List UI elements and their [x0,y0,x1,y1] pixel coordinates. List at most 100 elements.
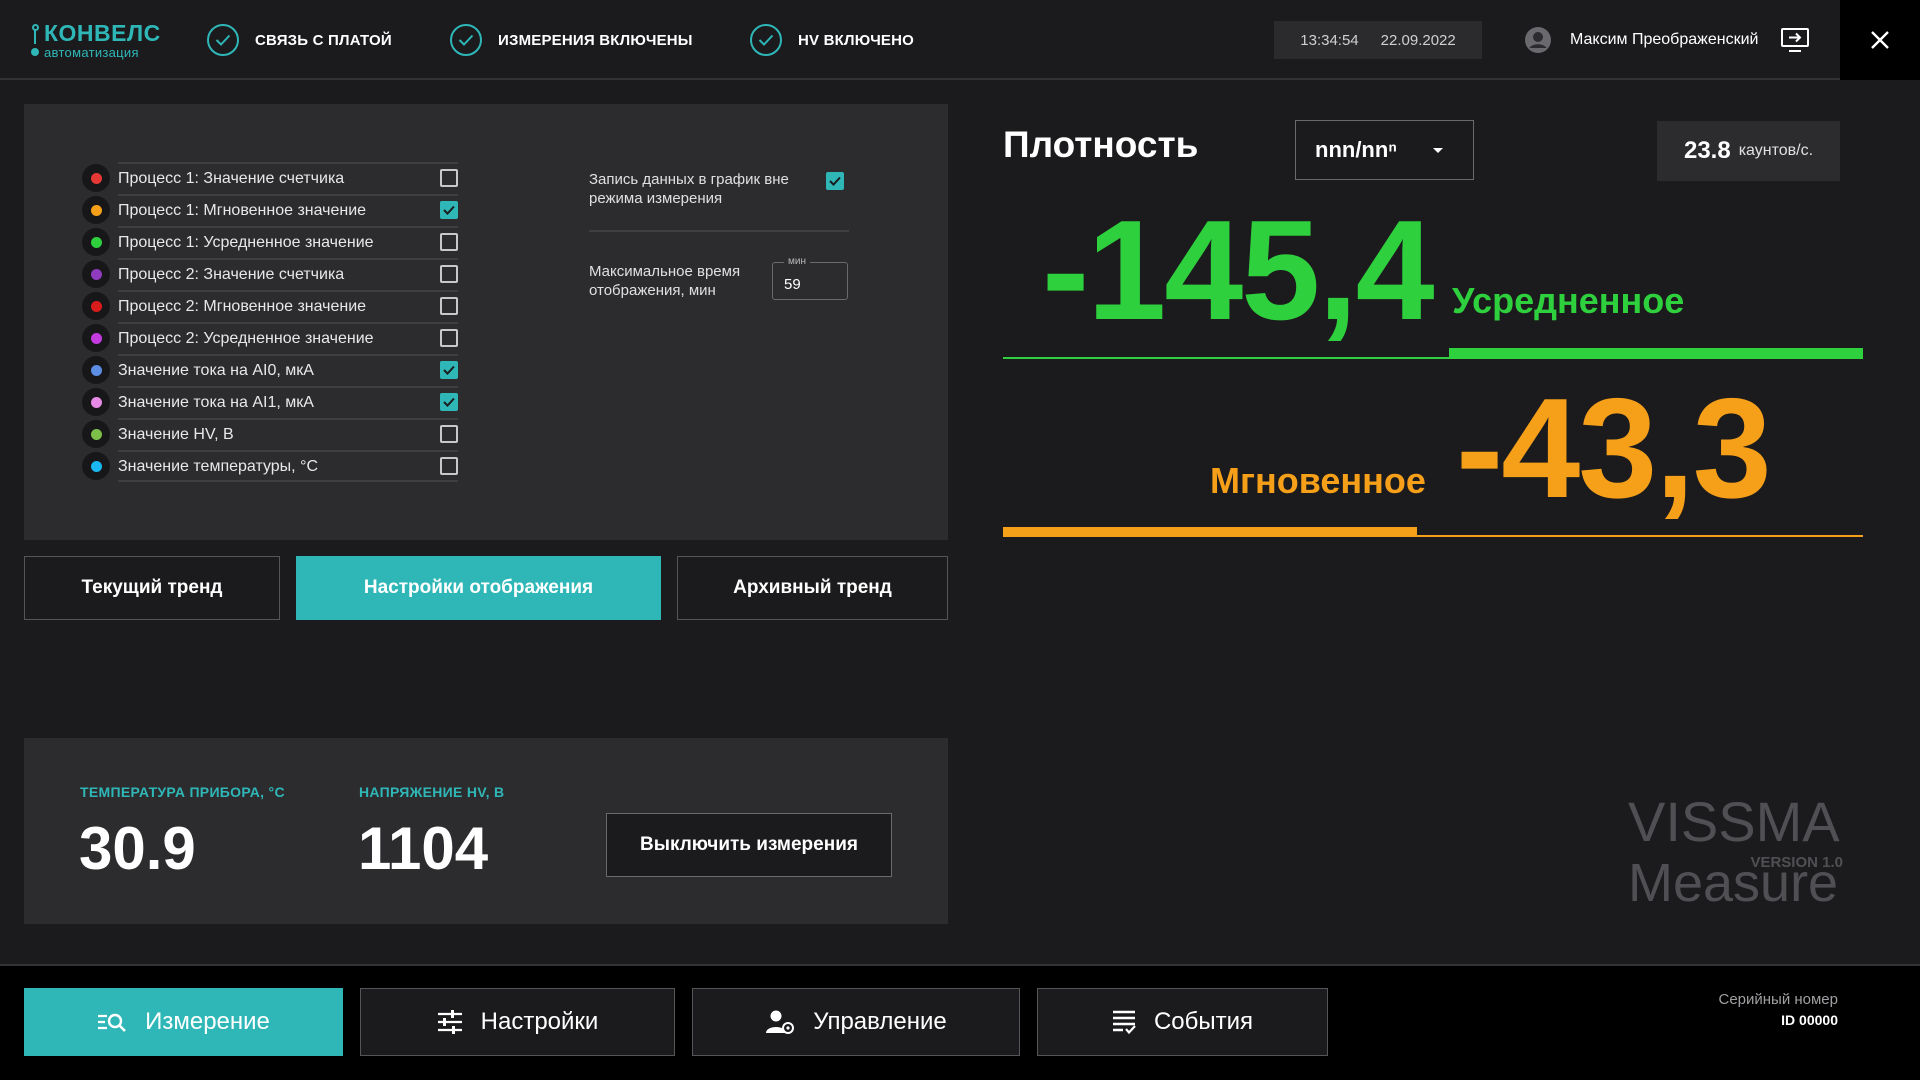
device-temperature-label: ТЕМПЕРАТУРА ПРИБОРА, °С [80,784,285,800]
logout-button[interactable] [1780,24,1812,56]
user-gear-icon [765,1009,795,1035]
average-density-label: Усредненное [1452,280,1685,321]
nav-measurement[interactable]: Измерение [24,988,343,1056]
channel-checkbox[interactable] [440,201,458,219]
channel-checkbox[interactable] [440,297,458,315]
serial-number-label: Серийный номер [1718,991,1838,1008]
channel-checkbox[interactable] [440,265,458,283]
channel-row[interactable]: Процесс 2: Мгновенное значение [82,290,458,322]
company-logo: КОНВЕЛС автоматизация [30,20,180,60]
max-display-time-label: Максимальное время отображения, мин [589,263,741,299]
count-rate-display: 23.8 каунтов/с. [1657,121,1840,181]
unit-select[interactable]: nnn/nnⁿ [1295,120,1474,180]
check-circle-icon [450,24,482,56]
channel-checkbox[interactable] [440,361,458,379]
user-avatar-icon [1524,26,1552,54]
channel-label: Процесс 2: Мгновенное значение [118,290,458,322]
hv-voltage-label: НАПРЯЖЕНИЕ HV, В [359,784,505,800]
channel-checkbox[interactable] [440,393,458,411]
channel-row[interactable]: Процесс 1: Значение счетчика [82,162,458,194]
max-display-time-input[interactable] [772,262,848,300]
max-display-time-unit: мин [784,257,810,267]
instant-density-value: -43,3 [1456,369,1772,528]
instant-indicator-bar [1003,527,1417,537]
checkmark-icon [829,176,841,186]
count-rate-value: 23.8 [1683,137,1731,164]
close-icon [1871,31,1889,49]
channel-checkbox[interactable] [440,425,458,443]
channel-color-dot-icon [82,292,110,320]
status-measurements-on: ИЗМЕРЕНИЯ ВКЛЮЧЕНЫ [450,22,693,58]
channel-color-dot-icon [82,260,110,288]
status-label: HV ВКЛЮЧЕНО [798,31,915,49]
channel-row[interactable]: Значение тока на AI1, мкА [82,386,458,418]
channel-label: Процесс 1: Мгновенное значение [118,194,458,226]
channel-color-dot-icon [82,228,110,256]
hv-voltage-value: 1104 [358,815,489,882]
close-button[interactable] [1840,0,1920,80]
brand-product: Measure [1628,853,1839,913]
measure-search-icon [97,1011,127,1033]
event-list-icon [1112,1009,1136,1035]
checkmark-icon [443,397,455,407]
channel-label: Процесс 1: Значение счетчика [118,162,458,194]
time-value: 13:34:54 [1300,31,1359,49]
channel-color-dot-icon [82,420,110,448]
record-outside-measure-label: Запись данных в график вне режима измере… [589,171,789,207]
status-label: ИЗМЕРЕНИЯ ВКЛЮЧЕНЫ [498,31,693,49]
checkmark-icon [443,365,455,375]
channel-color-dot-icon [82,324,110,352]
device-temperature-value: 30.9 [79,815,196,882]
channel-label: Значение HV, В [118,418,458,450]
nav-settings[interactable]: Настройки [360,988,675,1056]
check-circle-icon [750,24,782,56]
tab-display-settings[interactable]: Настройки отображения [296,556,661,620]
channel-row[interactable]: Процесс 2: Усредненное значение [82,322,458,354]
channel-row[interactable]: Значение HV, В [82,418,458,450]
channel-label: Процесс 2: Значение счетчика [118,258,458,290]
tab-current-trend[interactable]: Текущий тренд [24,556,280,620]
check-circle-icon [207,24,239,56]
channel-row[interactable]: Значение тока на AI0, мкА [82,354,458,386]
channel-label: Процесс 1: Усредненное значение [118,226,458,258]
channel-row[interactable]: Процесс 1: Мгновенное значение [82,194,458,226]
channel-color-dot-icon [82,196,110,224]
channel-checkbox[interactable] [440,233,458,251]
nav-events[interactable]: События [1037,988,1328,1056]
unit-select-value: nnn/nnⁿ [1315,137,1398,162]
sliders-icon [437,1010,463,1034]
date-time-display: 13:34:54 22.09.2022 [1274,21,1482,59]
serial-number-value: ID 00000 [1781,1012,1838,1028]
channel-row[interactable]: Процесс 1: Усредненное значение [82,226,458,258]
channel-label: Значение температуры, °С [118,450,458,482]
channel-label: Процесс 2: Усредненное значение [118,322,458,354]
channel-list: Процесс 1: Значение счетчика Процесс 1: М… [82,162,458,482]
user-name: Максим Преображенский [1570,31,1759,48]
instant-density-label: Мгновенное [1210,460,1426,501]
logo-title: КОНВЕЛС [44,20,161,46]
average-indicator-bar [1449,348,1863,358]
channel-checkbox[interactable] [440,329,458,347]
user-area: Максим Преображенский [1524,20,1812,60]
channel-color-dot-icon [82,164,110,192]
density-title: Плотность [1003,124,1199,165]
average-density-value: -145,4 [1042,191,1435,350]
channel-checkbox[interactable] [440,169,458,187]
checkmark-icon [443,205,455,215]
record-outside-measure-checkbox[interactable] [826,172,844,190]
channel-color-dot-icon [82,356,110,384]
stop-measurements-button[interactable]: Выключить измерения [606,813,892,877]
tab-archive-trend[interactable]: Архивный тренд [677,556,948,620]
status-label: СВЯЗЬ С ПЛАТОЙ [255,31,392,49]
date-value: 22.09.2022 [1380,31,1456,49]
channel-checkbox[interactable] [440,457,458,475]
logo-subtitle: автоматизация [44,45,139,60]
brand-name: VISSMA [1628,790,1840,853]
channel-color-dot-icon [82,452,110,480]
count-rate-unit: каунтов/с. [1738,142,1814,159]
product-brand-logo: VISSMA VERSION 1.0 Measure [1628,794,1843,914]
channel-row[interactable]: Значение температуры, °С [82,450,458,482]
caret-down-icon [1433,148,1443,153]
nav-control[interactable]: Управление [692,988,1020,1056]
channel-row[interactable]: Процесс 2: Значение счетчика [82,258,458,290]
